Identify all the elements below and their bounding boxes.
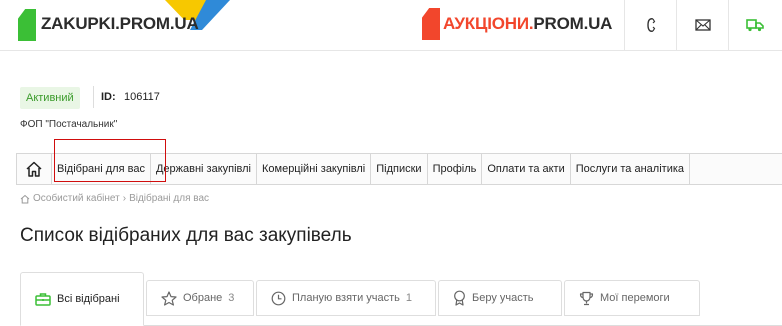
tab-favorites[interactable]: Обране 3 bbox=[146, 280, 254, 316]
tab-plan-to-participate[interactable]: Планую взяти участь 1 bbox=[256, 280, 436, 316]
nav-item-commercial-procurement[interactable]: Комерційні закупівлі bbox=[257, 154, 372, 184]
mail-icon bbox=[695, 19, 711, 31]
breadcrumb-current: Відібрані для вас bbox=[129, 193, 210, 204]
medal-icon bbox=[454, 290, 465, 306]
tab-label: Обране bbox=[183, 292, 223, 304]
divider bbox=[93, 86, 94, 108]
tab-participating[interactable]: Беру участь bbox=[438, 280, 562, 316]
tab-my-victories[interactable]: Мої перемоги bbox=[564, 280, 700, 316]
zakupki-logo[interactable]: ZAKUPKI.PROM.UA bbox=[18, 4, 199, 44]
nav-item-services-analytics[interactable]: Послуги та аналітика bbox=[571, 154, 691, 184]
breadcrumb-home-link[interactable]: Особистий кабінет bbox=[33, 193, 120, 204]
tab-all-selected[interactable]: Всі відібрані bbox=[20, 272, 144, 326]
breadcrumb: Особистий кабінет › Відібрані для вас bbox=[20, 193, 209, 204]
tabs-bar: Всі відібрані Обране 3 Планую взяти учас… bbox=[20, 272, 782, 326]
tab-label: Мої перемоги bbox=[600, 292, 670, 304]
nav-item-state-procurement[interactable]: Державні закупівлі bbox=[151, 154, 257, 184]
auction-logo-text-part1: АУКЦІОНИ. bbox=[443, 14, 534, 33]
clock-icon bbox=[271, 291, 286, 305]
organization-name: ФОП "Постачальник" bbox=[20, 119, 118, 130]
zakupki-flag-icon bbox=[18, 7, 38, 41]
delivery-truck-icon bbox=[746, 19, 764, 32]
tab-label: Планую взяти участь bbox=[292, 292, 400, 304]
phone-button[interactable] bbox=[624, 0, 677, 50]
phone-icon bbox=[647, 18, 656, 32]
breadcrumb-separator: › bbox=[122, 193, 127, 204]
zakupki-logo-text: ZAKUPKI.PROM.UA bbox=[41, 14, 199, 33]
nav-item-subscriptions[interactable]: Підписки bbox=[371, 154, 428, 184]
highlight-box bbox=[54, 139, 166, 182]
auction-logo-text-part2: PROM.UA bbox=[533, 14, 613, 33]
trophy-icon bbox=[579, 291, 594, 305]
id-label: ID: bbox=[101, 91, 116, 103]
id-value: 106117 bbox=[124, 91, 160, 103]
tab-label: Всі відібрані bbox=[57, 293, 120, 305]
home-icon bbox=[26, 161, 42, 177]
nav-item-payments-acts[interactable]: Оплати та акти bbox=[482, 154, 571, 184]
nav-item-profile[interactable]: Профіль bbox=[428, 154, 483, 184]
tab-count: 1 bbox=[405, 292, 413, 304]
tab-count: 3 bbox=[228, 292, 235, 304]
nav-home-button[interactable] bbox=[17, 154, 52, 184]
briefcase-icon bbox=[35, 293, 51, 306]
mail-button[interactable] bbox=[676, 0, 729, 50]
page-title: Список відібраних для вас закупівель bbox=[20, 225, 352, 246]
home-icon bbox=[20, 194, 30, 203]
status-badge: Активний bbox=[20, 87, 80, 109]
site-header: ZAKUPKI.PROM.UA АУКЦІОНИ. PROM.UA bbox=[0, 0, 782, 51]
tab-label: Беру участь bbox=[472, 292, 534, 304]
auction-flag-icon bbox=[422, 8, 440, 40]
auction-logo[interactable]: АУКЦІОНИ. PROM.UA bbox=[422, 4, 612, 44]
delivery-button[interactable] bbox=[728, 0, 781, 50]
star-icon bbox=[161, 290, 177, 306]
